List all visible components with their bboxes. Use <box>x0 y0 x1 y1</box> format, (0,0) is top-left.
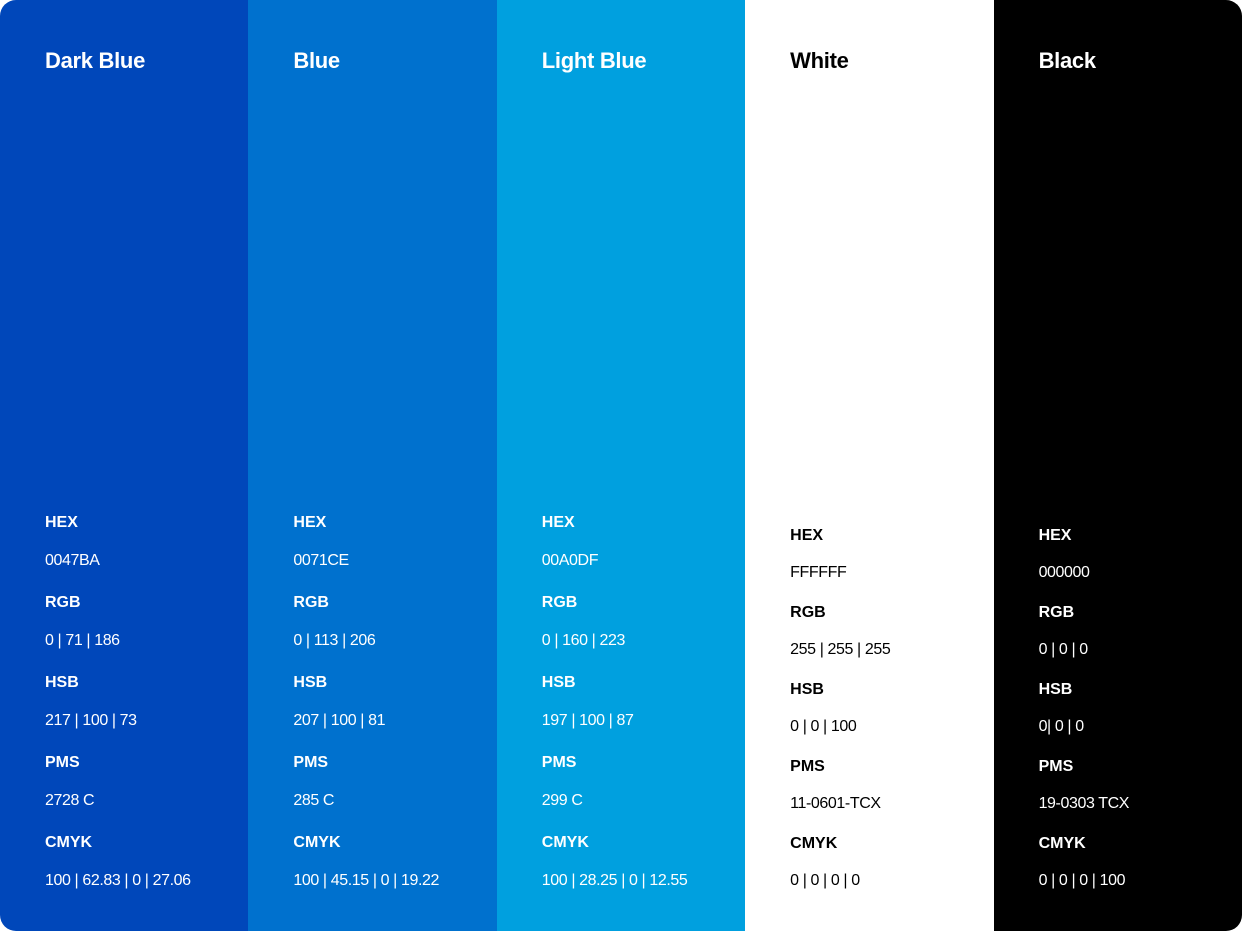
spec-cmyk: CMYK 100 | 28.25 | 0 | 12.55 <box>542 833 688 891</box>
spec-rgb: RGB 0 | 160 | 223 <box>542 593 688 651</box>
spec-value: 0047BA <box>45 552 100 569</box>
spec-pms: PMS 19-0303 TCX <box>1038 757 1130 814</box>
spec-value: 100 | 45.15 | 0 | 19.22 <box>293 872 440 889</box>
spec-value: 0 | 113 | 206 <box>293 632 376 649</box>
spec-value: 2728 C <box>45 792 95 809</box>
spec-label: HEX <box>293 514 327 531</box>
spec-cmyk: CMYK 100 | 45.15 | 0 | 19.22 <box>293 833 439 891</box>
spec-label: HEX <box>541 514 575 531</box>
spec-rgb: RGB 0 | 113 | 206 <box>293 593 439 651</box>
spec-value: 100 | 28.25 | 0 | 12.55 <box>541 872 688 889</box>
spec-label: PMS <box>293 754 329 771</box>
spec-label: CMYK <box>541 834 589 851</box>
spec-rgb: RGB 0 | 0 | 0 <box>1039 603 1129 660</box>
spec-label: HEX <box>45 514 78 531</box>
spec-value: 285 C <box>293 792 335 809</box>
spec-hsb: HSB 0| 0 | 0 <box>1039 680 1129 737</box>
swatch-white: White HEX FFFFFF RGB 255 | 255 | 255 HSB… <box>745 0 994 931</box>
spec-value: 19-0303 TCX <box>1038 795 1130 812</box>
spec-value: 000000 <box>1038 564 1090 581</box>
swatch-specs: HEX 00A0DF RGB 0 | 160 | 223 HSB 197 | 1… <box>542 513 688 891</box>
spec-value: FFFFFF <box>790 564 847 581</box>
spec-rgb: RGB 0 | 71 | 186 <box>45 593 191 651</box>
spec-value: 255 | 255 | 255 <box>790 641 891 658</box>
spec-cmyk: CMYK 0 | 0 | 0 | 0 <box>790 834 890 891</box>
spec-value: 0 | 0 | 0 <box>1038 641 1089 658</box>
spec-hsb: HSB 207 | 100 | 81 <box>293 673 439 731</box>
spec-label: RGB <box>45 594 81 611</box>
swatch-title: Dark Blue <box>45 48 146 73</box>
spec-value: 197 | 100 | 87 <box>541 712 634 729</box>
spec-value: 0| 0 | 0 <box>1038 718 1085 735</box>
spec-value: 0 | 71 | 186 <box>45 632 120 649</box>
spec-label: HSB <box>1038 681 1073 698</box>
swatch-blue: Blue HEX 0071CE RGB 0 | 113 | 206 HSB 20… <box>248 0 497 931</box>
spec-value: 0 | 0 | 0 | 0 <box>790 872 860 889</box>
spec-label: CMYK <box>293 834 341 851</box>
spec-label: HSB <box>790 681 824 698</box>
spec-value: 0 | 0 | 0 | 100 <box>1038 872 1126 889</box>
spec-label: HSB <box>293 674 328 691</box>
spec-value: 00A0DF <box>541 552 599 569</box>
spec-label: RGB <box>293 594 329 611</box>
spec-value: 11-0601-TCX <box>790 795 881 812</box>
swatch-specs: HEX 000000 RGB 0 | 0 | 0 HSB 0| 0 | 0 PM… <box>1038 526 1130 891</box>
spec-label: HEX <box>1038 527 1072 544</box>
spec-hex: HEX FFFFFF <box>790 526 890 583</box>
spec-hsb: HSB 197 | 100 | 87 <box>542 673 688 731</box>
spec-pms: PMS 299 C <box>542 753 688 811</box>
spec-value: 217 | 100 | 73 <box>45 712 137 729</box>
spec-hex: HEX 000000 <box>1039 526 1129 583</box>
color-palette: Dark Blue HEX 0047BA RGB 0 | 71 | 186 HS… <box>0 0 1242 931</box>
spec-label: PMS <box>541 754 577 771</box>
spec-value: 299 C <box>541 792 583 809</box>
spec-label: HSB <box>45 674 79 691</box>
spec-cmyk: CMYK 0 | 0 | 0 | 100 <box>1039 834 1129 891</box>
spec-label: CMYK <box>790 835 838 852</box>
spec-pms: PMS 285 C <box>293 753 439 811</box>
spec-value: 0 | 0 | 100 <box>790 718 857 735</box>
swatch-title: Black <box>1038 48 1097 73</box>
spec-pms: PMS 11-0601-TCX <box>790 757 890 814</box>
spec-hsb: HSB 0 | 0 | 100 <box>790 680 890 737</box>
spec-value: 0 | 160 | 223 <box>541 632 626 649</box>
spec-label: PMS <box>45 754 80 771</box>
spec-label: HSB <box>541 674 576 691</box>
spec-hex: HEX 00A0DF <box>542 513 688 571</box>
spec-hsb: HSB 217 | 100 | 73 <box>45 673 191 731</box>
spec-hex: HEX 0071CE <box>293 513 439 571</box>
swatch-dark-blue: Dark Blue HEX 0047BA RGB 0 | 71 | 186 HS… <box>0 0 249 931</box>
spec-label: RGB <box>790 604 826 621</box>
spec-label: RGB <box>541 594 578 611</box>
swatch-light-blue: Light Blue HEX 00A0DF RGB 0 | 160 | 223 … <box>496 0 746 931</box>
spec-value: 0071CE <box>293 552 349 569</box>
spec-cmyk: CMYK 100 | 62.83 | 0 | 27.06 <box>45 833 191 891</box>
swatch-specs: HEX 0071CE RGB 0 | 113 | 206 HSB 207 | 1… <box>293 513 439 891</box>
swatch-title: White <box>790 48 849 73</box>
spec-value: 207 | 100 | 81 <box>293 712 386 729</box>
swatch-black: Black HEX 000000 RGB 0 | 0 | 0 HSB 0| 0 … <box>993 0 1242 931</box>
spec-hex: HEX 0047BA <box>45 513 191 571</box>
spec-pms: PMS 2728 C <box>45 753 191 811</box>
spec-label: CMYK <box>1038 835 1086 852</box>
spec-label: CMYK <box>45 834 93 851</box>
spec-label: HEX <box>790 527 824 544</box>
swatch-title: Light Blue <box>541 48 647 73</box>
spec-label: RGB <box>1038 604 1075 621</box>
spec-value: 100 | 62.83 | 0 | 27.06 <box>45 872 191 889</box>
swatch-specs: HEX 0047BA RGB 0 | 71 | 186 HSB 217 | 10… <box>45 513 191 891</box>
swatch-specs: HEX FFFFFF RGB 255 | 255 | 255 HSB 0 | 0… <box>790 526 891 891</box>
spec-label: PMS <box>790 758 825 775</box>
spec-rgb: RGB 255 | 255 | 255 <box>790 603 891 660</box>
swatch-title: Blue <box>293 48 340 73</box>
spec-label: PMS <box>1038 758 1074 775</box>
